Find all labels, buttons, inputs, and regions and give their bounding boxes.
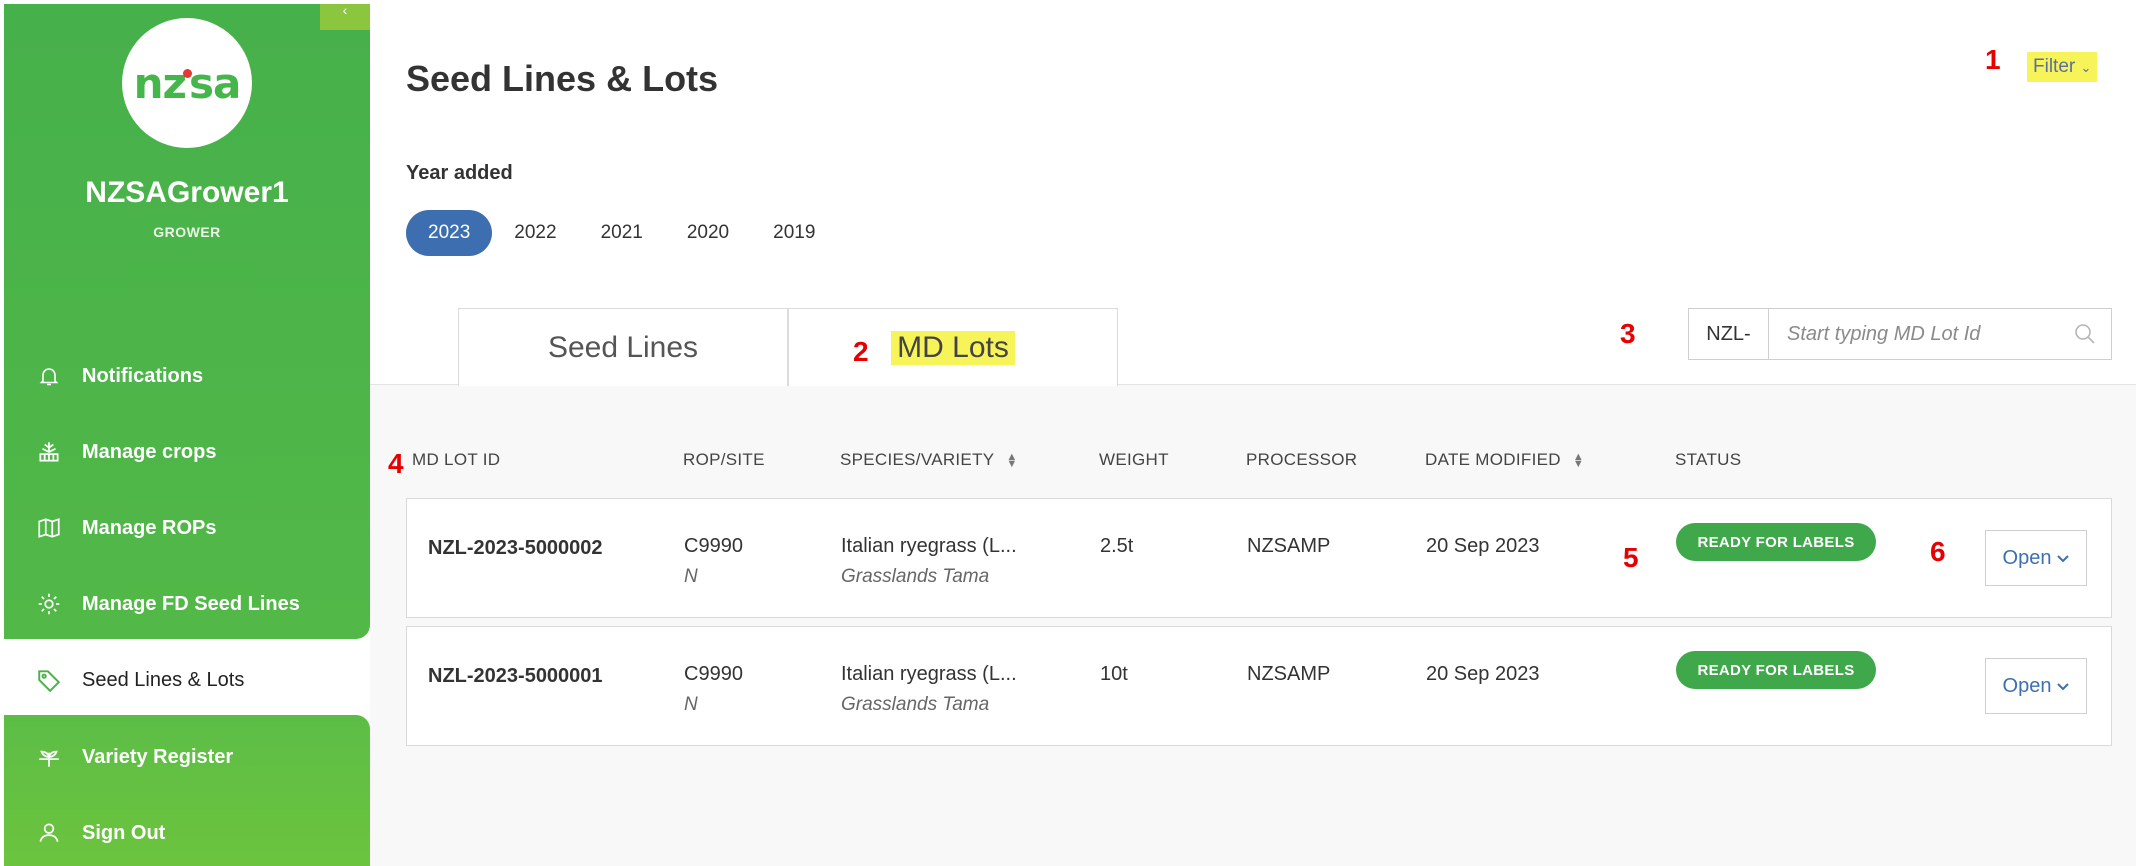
search-icon[interactable]: [2059, 309, 2111, 359]
annotation-marker-5: 5: [1623, 542, 1639, 573]
sidebar-item-variety-register[interactable]: Variety Register: [4, 737, 370, 777]
column-header-processor: PROCESSOR: [1246, 450, 1358, 469]
column-header-weight: WEIGHT: [1099, 450, 1169, 469]
column-header-rop-site: ROP/SITE: [683, 450, 765, 469]
column-header-status: STATUS: [1675, 450, 1742, 469]
sidebar: ‹ nzsa NZSAGrower1 GROWER Notifications …: [4, 3, 370, 866]
chevron-down-icon: ⌄: [2080, 60, 2092, 75]
sprout-icon: [34, 742, 64, 772]
weight: 10t: [1100, 663, 1128, 685]
date-modified: 20 Sep 2023: [1426, 663, 1540, 685]
status-badge: READY FOR LABELS: [1676, 523, 1876, 561]
column-header-species-variety[interactable]: SPECIES/VARIETY ▲ ▼: [840, 450, 1018, 470]
sort-icon: ▲ ▼: [1572, 450, 1584, 470]
column-header-md-lot-id: MD LOT ID: [412, 450, 501, 469]
species-variety: Italian ryegrass (L... Grasslands Tama: [841, 663, 1017, 715]
md-lot-search: NZL-: [1688, 308, 2112, 360]
sidebar-item-seed-lines-lots[interactable]: Seed Lines & Lots: [4, 660, 370, 700]
status-badge: READY FOR LABELS: [1676, 651, 1876, 689]
user-icon: [34, 818, 64, 848]
sidebar-item-manage-fd-seed-lines[interactable]: Manage FD Seed Lines: [4, 584, 370, 624]
sort-icon: ▲ ▼: [1006, 450, 1018, 470]
map-icon: [34, 513, 64, 543]
annotation-marker-6: 6: [1930, 536, 1946, 567]
tab-bar: Seed Lines MD Lots: [458, 308, 1118, 386]
filter-button[interactable]: Filter ⌄: [2027, 52, 2098, 82]
crop-icon: [34, 437, 64, 467]
sidebar-item-notifications[interactable]: Notifications: [4, 356, 370, 396]
year-option-2020[interactable]: 2020: [665, 210, 751, 256]
year-added-label: Year added: [406, 162, 513, 184]
sidebar-item-manage-rops[interactable]: Manage ROPs: [4, 508, 370, 548]
gear-icon: [34, 589, 64, 619]
table-row[interactable]: NZL-2023-5000001 C9990 N Italian ryegras…: [406, 626, 2112, 746]
processor: NZSAMP: [1247, 663, 1331, 685]
year-option-2021[interactable]: 2021: [579, 210, 665, 256]
date-modified: 20 Sep 2023: [1426, 535, 1540, 557]
user-name: NZSAGrower1: [85, 176, 289, 209]
open-button[interactable]: Open: [1985, 530, 2087, 586]
annotation-marker-1: 1: [1985, 44, 2001, 75]
tab-md-lots[interactable]: MD Lots: [788, 308, 1118, 386]
table-row[interactable]: NZL-2023-5000002 C9990 N Italian ryegras…: [406, 498, 2112, 618]
year-option-2022[interactable]: 2022: [492, 210, 578, 256]
user-role: GROWER: [153, 224, 221, 240]
logo: nzsa: [122, 18, 252, 148]
chevron-down-icon: [2057, 675, 2070, 698]
bell-icon: [34, 361, 64, 391]
sidebar-item-manage-crops[interactable]: Manage crops: [4, 432, 370, 472]
tab-seed-lines[interactable]: Seed Lines: [458, 308, 788, 386]
year-selector: 2023 2022 2021 2020 2019: [406, 210, 837, 256]
annotation-marker-4: 4: [388, 448, 404, 479]
sidebar-item-sign-out[interactable]: Sign Out: [4, 813, 370, 853]
page-title: Seed Lines & Lots: [406, 58, 719, 99]
annotation-marker-3: 3: [1620, 318, 1636, 349]
rop-site: C9990 N: [684, 535, 743, 587]
year-option-2023[interactable]: 2023: [406, 210, 493, 256]
chevron-down-icon: [2057, 547, 2070, 570]
open-button[interactable]: Open: [1985, 658, 2087, 714]
md-lot-id: NZL-2023-5000001: [428, 665, 603, 687]
year-option-2019[interactable]: 2019: [751, 210, 837, 256]
annotation-marker-2: 2: [853, 336, 869, 367]
tag-icon: [34, 665, 64, 695]
rop-site: C9990 N: [684, 663, 743, 715]
weight: 2.5t: [1100, 535, 1134, 557]
species-variety: Italian ryegrass (L... Grasslands Tama: [841, 535, 1017, 587]
search-prefix: NZL-: [1689, 309, 1769, 359]
processor: NZSAMP: [1247, 535, 1331, 557]
collapse-sidebar-button[interactable]: ‹: [320, 3, 370, 30]
search-input[interactable]: [1769, 309, 2059, 359]
column-header-date-modified[interactable]: DATE MODIFIED ▲ ▼: [1425, 450, 1584, 470]
main-content: Seed Lines & Lots Filter ⌄ Year added 20…: [370, 4, 2136, 866]
md-lot-id: NZL-2023-5000002: [428, 537, 603, 559]
